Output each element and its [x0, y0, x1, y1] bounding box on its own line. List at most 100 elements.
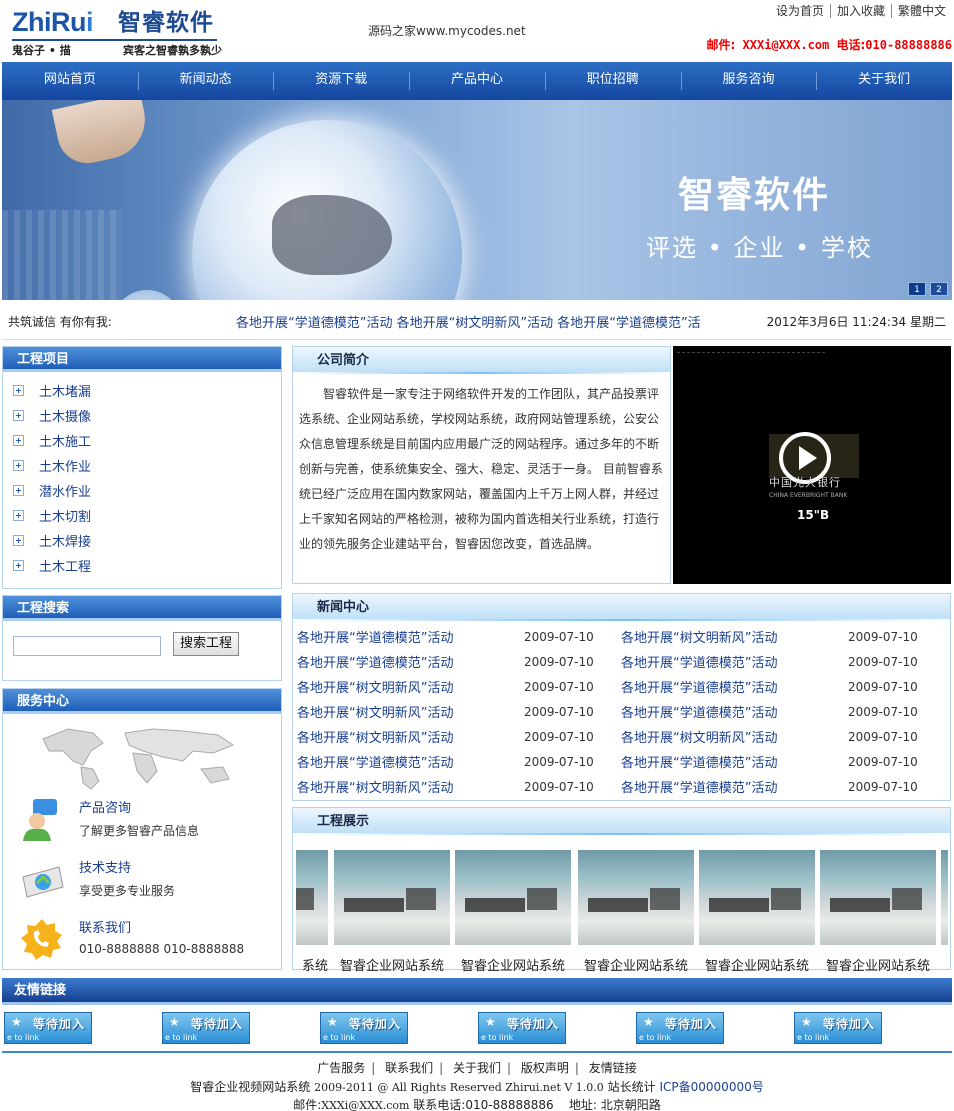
header-email: XXXi@XXX.com: [742, 38, 830, 52]
footer-link-copyright[interactable]: 版权声明: [515, 1061, 575, 1075]
nav-about[interactable]: 关于我们: [816, 62, 952, 100]
service-item-title[interactable]: 产品咨询: [79, 797, 131, 816]
search-input[interactable]: [13, 636, 161, 656]
expand-plus-icon[interactable]: [13, 485, 24, 496]
news-link[interactable]: 各地开展“树文明新风”活动: [621, 727, 848, 746]
friend-link-logo[interactable]: ★ 等待加入 e to link: [636, 1012, 724, 1044]
header-center-text: 源码之家www.mycodes.net: [368, 24, 526, 38]
search-button[interactable]: 搜索工程: [173, 632, 239, 656]
service-title: 服务中心: [3, 689, 281, 714]
star-icon: ★: [485, 1015, 496, 1029]
banner-page-1[interactable]: 1: [908, 282, 926, 296]
showcase-photo[interactable]: [820, 850, 936, 945]
set-homepage-link[interactable]: 设为首页: [770, 4, 830, 18]
list-item[interactable]: 土木施工: [13, 428, 281, 453]
showcase-item[interactable]: 系统: [296, 850, 328, 974]
showcase-item[interactable]: 智睿企业网站系统: [455, 850, 571, 974]
expand-plus-icon[interactable]: [13, 535, 24, 546]
list-item[interactable]: 土木焊接: [13, 528, 281, 553]
showcase-photo[interactable]: [334, 850, 450, 945]
service-item-title[interactable]: 技术支持: [79, 857, 131, 876]
site-logo[interactable]: ZhiRui 智睿软件 鬼谷子 • 描 宾客之智睿孰多孰少: [12, 6, 222, 58]
showcase-photo[interactable]: [578, 850, 694, 945]
news-link[interactable]: 各地开展“学道德模范”活动: [621, 702, 848, 721]
news-link[interactable]: 各地开展“树文明新风”活动: [297, 777, 524, 796]
ticker-scroll-text[interactable]: 各地开展“学道德模范”活动 各地开展“树文明新风”活动 各地开展“学道德模范”活: [236, 312, 721, 331]
news-list: 各地开展“学道德模范”活动 2009-07-10 各地开展“树文明新风”活动 2009…: [297, 624, 947, 799]
footer-link-about[interactable]: 关于我们: [447, 1061, 507, 1075]
nav-home[interactable]: 网站首页: [2, 62, 138, 100]
video-dash-line: [677, 352, 825, 353]
nav-products[interactable]: 产品中心: [409, 62, 545, 100]
traditional-chinese-link[interactable]: 繁體中文: [890, 4, 952, 18]
expand-plus-icon[interactable]: [13, 385, 24, 396]
current-datetime: 2012年3月6日 11:24:34 星期二: [766, 315, 946, 329]
expand-plus-icon[interactable]: [13, 410, 24, 421]
news-link[interactable]: 各地开展“学道德模范”活动: [297, 652, 524, 671]
showcase-item[interactable]: 智睿企业网站系统: [699, 850, 815, 974]
search-panel: 工程搜索 搜索工程: [2, 595, 282, 681]
add-favorite-link[interactable]: 加入收藏: [829, 4, 891, 18]
footer-link-ads[interactable]: 广告服务: [311, 1061, 371, 1075]
news-link[interactable]: 各地开展“树文明新风”活动: [297, 702, 524, 721]
friend-link-logo[interactable]: ★ 等待加入 e to link: [4, 1012, 92, 1044]
video-player[interactable]: 中国光大银行 CHINA EVERBRIGHT BANK 15"B: [673, 346, 951, 584]
footer-address: 邮件:XXXi@XXX.com 联系电话:010-88888886 地址: 北京…: [293, 1098, 661, 1111]
banner-page-2[interactable]: 2: [930, 282, 948, 296]
list-item[interactable]: 土木摄像: [13, 403, 281, 428]
footer-divider: [2, 1051, 952, 1053]
showcase-photo[interactable]: [941, 850, 948, 945]
showcase-photo[interactable]: [699, 850, 815, 945]
showcase-item[interactable]: 智睿企业网站系统: [820, 850, 936, 974]
news-link[interactable]: 各地开展“树文明新风”活动: [297, 677, 524, 696]
showcase-caption: 智睿企业网站系统: [583, 959, 688, 974]
site-stats-link[interactable]: 站长统计: [608, 1080, 656, 1094]
list-item[interactable]: 土木工程: [13, 553, 281, 578]
expand-plus-icon[interactable]: [13, 510, 24, 521]
news-link[interactable]: 各地开展“树文明新风”活动: [621, 627, 848, 646]
banner-pager: 1 2: [908, 282, 948, 296]
nav-jobs[interactable]: 职位招聘: [544, 62, 681, 100]
service-item-title[interactable]: 联系我们: [79, 917, 131, 936]
projects-title: 工程项目: [3, 347, 281, 372]
news-link[interactable]: 各地开展“学道德模范”活动: [297, 752, 524, 771]
footer-link-contact[interactable]: 联系我们: [379, 1061, 439, 1075]
service-item-contact[interactable]: 联系我们 010-8888888 010-8888888: [19, 915, 269, 965]
friend-link-logo[interactable]: ★ 等待加入 e to link: [320, 1012, 408, 1044]
showcase-item[interactable]: 智睿企业网站系统: [578, 850, 694, 974]
news-link[interactable]: 各地开展“学道德模范”活动: [621, 652, 848, 671]
expand-plus-icon[interactable]: [13, 435, 24, 446]
showcase-item[interactable]: [941, 850, 948, 945]
news-link[interactable]: 各地开展“学道德模范”活动: [621, 677, 848, 696]
showcase-photo[interactable]: [455, 850, 571, 945]
showcase-item[interactable]: 智睿企业网站系统: [334, 850, 450, 974]
service-item-support[interactable]: 技术支持 享受更多专业服务: [19, 855, 269, 905]
friend-link-logo[interactable]: ★ 等待加入 e to link: [794, 1012, 882, 1044]
news-link[interactable]: 各地开展“学道德模范”活动: [621, 777, 848, 796]
nav-news[interactable]: 新闻动态: [137, 62, 274, 100]
news-link[interactable]: 各地开展“学道德模范”活动: [621, 752, 848, 771]
nav-services[interactable]: 服务咨询: [680, 62, 817, 100]
showcase-strip[interactable]: 系统 智睿企业网站系统 智睿企业网站系统 智睿企业网站系统 智睿企业网站系统 智…: [296, 850, 948, 980]
showcase-caption: 智睿企业网站系统: [704, 959, 809, 974]
video-brand-cn: 中国光大银行: [769, 476, 841, 489]
table-row: 各地开展“树文明新风”活动 2009-07-10 各地开展“学道德模范”活动 2009…: [297, 674, 947, 699]
projects-panel: 工程项目 土木堵漏 土木摄像 土木施工 土木作业 潜水作业 土木切割 土木焊接 …: [2, 346, 282, 589]
news-link[interactable]: 各地开展“树文明新风”活动: [297, 727, 524, 746]
expand-plus-icon[interactable]: [13, 460, 24, 471]
list-item[interactable]: 土木堵漏: [13, 378, 281, 403]
showcase-photo[interactable]: [296, 850, 328, 945]
hero-banner[interactable]: 智睿软件 评选 • 企业 • 学校 1 2: [2, 100, 952, 300]
friend-link-logo[interactable]: ★ 等待加入 e to link: [162, 1012, 250, 1044]
footer-link-friends[interactable]: 友情链接: [583, 1061, 643, 1075]
icp-link[interactable]: ICP备00000000号: [659, 1080, 763, 1094]
list-item[interactable]: 土木作业: [13, 453, 281, 478]
list-item[interactable]: 土木切割: [13, 503, 281, 528]
news-link[interactable]: 各地开展“学道德模范”活动: [297, 627, 524, 646]
service-item-consult[interactable]: 产品咨询 了解更多智睿产品信息: [19, 795, 269, 845]
friend-link-logo[interactable]: ★ 等待加入 e to link: [478, 1012, 566, 1044]
nav-downloads[interactable]: 资源下载: [273, 62, 409, 100]
news-date: 2009-07-10: [524, 704, 594, 719]
expand-plus-icon[interactable]: [13, 560, 24, 571]
list-item[interactable]: 潜水作业: [13, 478, 281, 503]
